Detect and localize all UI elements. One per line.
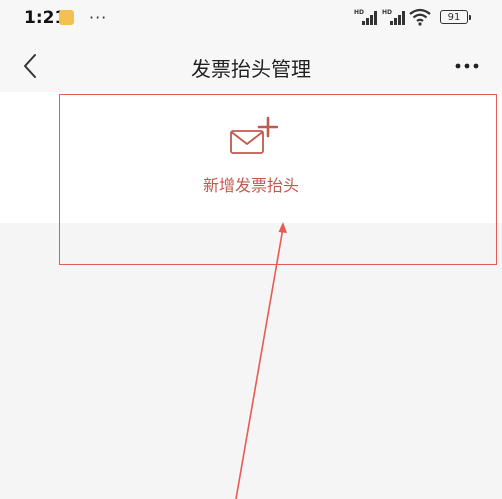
add-invoice-title-label: 新增发票抬头 xyxy=(202,176,299,195)
page-title: 发票抬头管理 xyxy=(191,57,311,81)
envelope-plus-icon xyxy=(230,116,278,154)
navigation-bar: 发票抬头管理 xyxy=(0,40,502,92)
notes-app-icon xyxy=(59,10,74,25)
more-horizontal-icon xyxy=(455,63,479,69)
more-menu-button[interactable] xyxy=(454,56,480,76)
hd-signal-icon: HD xyxy=(382,9,405,25)
svg-text:HD: HD xyxy=(354,9,364,16)
status-bar: 1:21 ··· HD HD 91 xyxy=(0,0,502,40)
hd-signal-icon: HD xyxy=(354,9,377,25)
battery-indicator: 91 xyxy=(440,10,471,24)
svg-text:HD: HD xyxy=(382,9,392,16)
more-notifications-indicator: ··· xyxy=(89,8,108,27)
wifi-icon xyxy=(409,8,431,26)
add-invoice-title-button[interactable]: 新增发票抬头 xyxy=(176,110,326,210)
add-invoice-title-card: 新增发票抬头 xyxy=(0,92,502,223)
